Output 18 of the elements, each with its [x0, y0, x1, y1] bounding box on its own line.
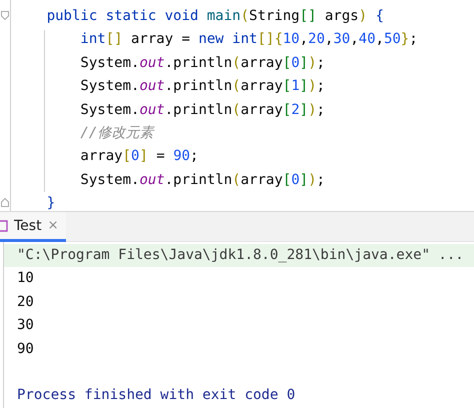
code-line: int[] array = new int[]{10,20,30,40,50};: [79, 30, 418, 50]
exit-status: Process finished with exit code 0: [16, 386, 296, 406]
code-line: System.out.println(array[2]);: [79, 100, 325, 120]
output-line: 30: [16, 316, 34, 336]
code-line: }: [46, 194, 56, 214]
window-icon: [0, 220, 8, 232]
output-line: 90: [16, 340, 34, 359]
fold-icon[interactable]: [1, 11, 9, 20]
code-line: public static void main(String[] args) {: [46, 7, 384, 26]
output-line: 10: [16, 269, 34, 288]
code-line: array[0] = 90;: [79, 147, 198, 166]
code-line: System.out.println(array[0]);: [79, 54, 325, 73]
code-line: System.out.println(array[1]);: [79, 77, 325, 96]
fold-icon[interactable]: [1, 198, 9, 207]
code-line: System.out.println(array[0]);: [79, 170, 325, 190]
run-tab[interactable]: Test ×: [0, 212, 66, 242]
output-line: 20: [16, 292, 34, 312]
code-line: //修改元素: [79, 124, 154, 143]
